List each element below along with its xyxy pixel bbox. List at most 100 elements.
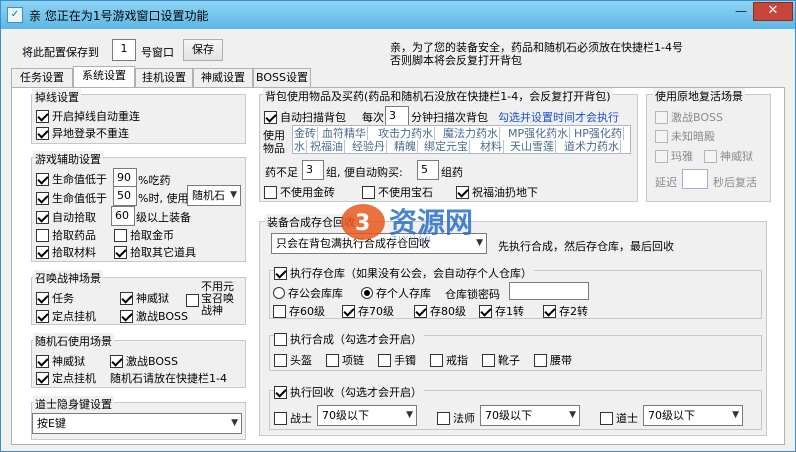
radio-dot[interactable]: [361, 287, 373, 299]
hp-low-input[interactable]: 90: [113, 168, 137, 188]
hp-low2-checkbox[interactable]: 生命值低于: [36, 190, 107, 206]
checkbox-box[interactable]: [36, 109, 49, 123]
stone-shenwei-checkbox[interactable]: 神威狱: [36, 353, 85, 369]
checkbox-box[interactable]: [114, 228, 127, 242]
summon-boss-checkbox[interactable]: 激战BOSS: [120, 308, 188, 324]
bag-item[interactable]: 金砖: [293, 127, 318, 140]
auto-pick-checkbox[interactable]: 自动拾取: [36, 209, 96, 225]
summon-fixed-checkbox[interactable]: 定点挂机: [36, 308, 96, 324]
stone-boss-checkbox[interactable]: 激战BOSS: [110, 353, 178, 369]
pick-material-checkbox[interactable]: 拾取材料: [36, 244, 96, 260]
bag-item[interactable]: HP强化药: [573, 127, 624, 140]
pick-medicine-checkbox[interactable]: 拾取药品: [36, 227, 96, 243]
close-button[interactable]: ✕: [753, 2, 793, 21]
store-checkbox[interactable]: 执行存仓库（如果没有公会，会自动存个人仓库）: [274, 265, 534, 281]
bag-item[interactable]: 血符精华: [321, 127, 368, 140]
checkbox-box[interactable]: [482, 353, 495, 367]
checkbox-box[interactable]: [36, 191, 49, 205]
remote-login-checkbox[interactable]: 异地登录不重连: [36, 125, 129, 141]
checkbox-box[interactable]: [479, 304, 492, 318]
revive-boss-checkbox[interactable]: 激战BOSS: [655, 109, 723, 125]
checkbox-box[interactable]: [36, 309, 49, 323]
window-number-input[interactable]: 1: [112, 39, 136, 61]
recover-checkbox[interactable]: 执行回收（勾选才会开启）: [274, 384, 424, 400]
buy-count-input[interactable]: 5: [417, 160, 439, 180]
radio-dot[interactable]: [273, 287, 285, 299]
stone-fixed-checkbox[interactable]: 定点挂机: [36, 370, 96, 386]
checkbox-box[interactable]: [114, 245, 127, 259]
save-button[interactable]: 保存: [183, 39, 223, 61]
minimize-button[interactable]: —: [729, 3, 753, 21]
compose-checkbox[interactable]: 执行合成（勾选才会开启）: [274, 331, 424, 347]
tab-task[interactable]: 任务设置: [11, 68, 73, 88]
recover-taoist-select[interactable]: 70级以下 ▼: [643, 405, 743, 426]
recover-mage-checkbox[interactable]: 法师: [437, 410, 475, 426]
store-60-checkbox[interactable]: 存60级: [273, 303, 325, 319]
checkbox-box[interactable]: [36, 245, 49, 259]
hp-low-checkbox[interactable]: 生命值低于: [36, 171, 107, 187]
store-80-checkbox[interactable]: 存80级: [414, 303, 466, 319]
tab-boss[interactable]: BOSS设置: [253, 68, 311, 88]
reconnect-checkbox[interactable]: 开启掉线自动重连: [36, 108, 140, 124]
checkbox-box[interactable]: [378, 353, 391, 367]
checkbox-box[interactable]: [274, 411, 287, 425]
checkbox-box[interactable]: [326, 353, 339, 367]
tab-hangup[interactable]: 挂机设置: [135, 68, 193, 88]
lock-password-input[interactable]: [509, 282, 589, 300]
summon-task-checkbox[interactable]: 任务: [36, 290, 74, 306]
store-guild-radio[interactable]: 存公会库库: [273, 285, 343, 301]
no-gold-brick-checkbox[interactable]: 不使用金砖: [264, 184, 335, 200]
checkbox-box[interactable]: [414, 304, 427, 318]
revive-delay-input[interactable]: [682, 169, 708, 189]
checkbox-box[interactable]: [655, 129, 668, 143]
checkbox-box[interactable]: [264, 110, 277, 124]
checkbox-box[interactable]: [600, 411, 613, 425]
bag-item[interactable]: 攻击力药水: [377, 127, 435, 140]
taoist-key-select[interactable]: 按E键 ▼: [32, 413, 242, 434]
hp-low2-item-select[interactable]: 随机石 ▼: [187, 185, 241, 206]
checkbox-box[interactable]: [120, 309, 133, 323]
bag-item[interactable]: 绑定元宝: [423, 140, 470, 153]
revive-shenwei-checkbox[interactable]: 神威狱: [704, 148, 753, 164]
checkbox-box[interactable]: [36, 126, 49, 140]
bag-item[interactable]: 道术力药水: [563, 140, 621, 153]
checkbox-box[interactable]: [534, 353, 547, 367]
store-70-checkbox[interactable]: 存70级: [342, 303, 394, 319]
checkbox-box[interactable]: [36, 291, 49, 305]
revive-maya-checkbox[interactable]: 玛雅: [655, 148, 693, 164]
store-1zhuan-checkbox[interactable]: 存1转: [479, 303, 524, 319]
title-bar[interactable]: ✓ 亲 您正在为1号游戏窗口设置功能 — ✕: [1, 1, 795, 29]
checkbox-box[interactable]: [274, 385, 287, 399]
bag-item[interactable]: 水: [293, 140, 307, 153]
bag-item[interactable]: 祝福油: [309, 140, 345, 153]
checkbox-box[interactable]: [704, 149, 717, 163]
bag-item[interactable]: MP强化药水: [507, 127, 571, 140]
auto-pick-input[interactable]: 60: [111, 206, 135, 226]
checkbox-box[interactable]: [110, 354, 123, 368]
checkbox-box[interactable]: [36, 354, 49, 368]
checkbox-box[interactable]: [274, 332, 287, 346]
hp-low2-input[interactable]: 50: [113, 186, 137, 206]
checkbox-box[interactable]: [273, 304, 286, 318]
store-personal-radio[interactable]: 存个人存库: [361, 285, 431, 301]
pick-gold-checkbox[interactable]: 拾取金币: [114, 227, 174, 243]
recover-warrior-select[interactable]: 70级以下 ▼: [317, 405, 417, 426]
checkbox-box[interactable]: [543, 304, 556, 318]
bag-item[interactable]: 魔法力药水: [442, 127, 500, 140]
bag-item[interactable]: 天山雪莲: [509, 140, 556, 153]
checkbox-box[interactable]: [36, 228, 49, 242]
compose-belt-checkbox[interactable]: 腰带: [534, 352, 572, 368]
checkbox-box[interactable]: [430, 353, 443, 367]
compose-ring-checkbox[interactable]: 戒指: [430, 352, 468, 368]
checkbox-box[interactable]: [655, 110, 668, 124]
bag-item[interactable]: 材料: [479, 140, 504, 153]
compose-necklace-checkbox[interactable]: 项链: [326, 352, 364, 368]
checkbox-box[interactable]: [264, 185, 277, 199]
pick-other-checkbox[interactable]: 拾取其它道具: [114, 244, 196, 260]
bag-item[interactable]: 经验丹: [351, 140, 387, 153]
recover-mage-select[interactable]: 70级以下 ▼: [480, 405, 580, 426]
store-2zhuan-checkbox[interactable]: 存2转: [543, 303, 588, 319]
bag-item[interactable]: 精魄: [393, 140, 418, 153]
checkbox-box[interactable]: [437, 411, 450, 425]
auto-scan-checkbox[interactable]: 自动扫描背包: [264, 109, 346, 125]
